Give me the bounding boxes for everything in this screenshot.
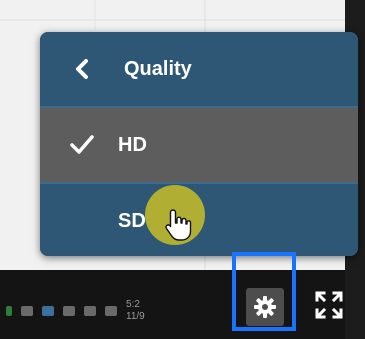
taskbar-clock[interactable]: 5:2 11/9 <box>126 299 145 323</box>
battery-icon[interactable] <box>63 306 75 316</box>
app-icon[interactable] <box>42 306 54 316</box>
gear-icon[interactable] <box>252 294 278 320</box>
checkmark-icon <box>70 135 94 154</box>
fullscreen-icon[interactable] <box>313 289 345 321</box>
system-taskbar: 5:2 11/9 <box>0 290 256 332</box>
wifi-icon[interactable] <box>84 306 96 316</box>
hand-pointer-icon <box>165 209 192 241</box>
clock-date: 11/9 <box>126 311 145 322</box>
clock-time: 5:2 <box>126 299 140 310</box>
app-icon[interactable] <box>6 306 12 316</box>
quality-menu-title: Quality <box>124 57 192 80</box>
network-icon[interactable] <box>21 306 33 316</box>
chevron-left-icon[interactable] <box>72 57 92 81</box>
quality-menu-header[interactable]: Quality <box>40 32 358 106</box>
quality-option-label: HD <box>118 133 147 156</box>
quality-option-hd[interactable]: HD <box>40 108 358 182</box>
volume-icon[interactable] <box>105 306 117 316</box>
quality-option-label: SD <box>118 209 146 232</box>
